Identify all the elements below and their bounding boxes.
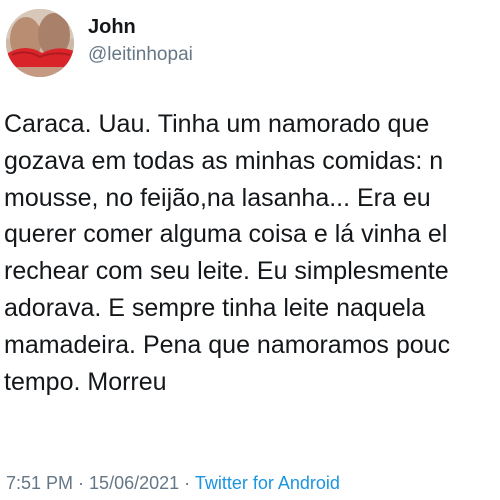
tweet-text: Caraca. Uau. Tinha um namorado que gozav…	[4, 106, 500, 400]
meta-separator: ·	[179, 473, 195, 493]
tweet-text-line: mamadeira. Pena que namoramos pouc	[4, 330, 451, 359]
tweet-time[interactable]: 7:51 PM	[6, 473, 73, 493]
tweet-text-line: adorava. E sempre tinha leite naquela	[4, 293, 426, 322]
tweet-text-line: Caraca. Uau. Tinha um namorado que	[4, 110, 430, 138]
meta-separator: ·	[73, 473, 90, 493]
tweet-source-link[interactable]: Twitter for Android	[195, 473, 340, 493]
tweet-text-line: querer comer alguma coisa e lá vinha el	[4, 220, 448, 249]
tweet-meta: 7:51 PM · 15/06/2021 · Twitter for Andro…	[6, 473, 340, 494]
tweet-text-line: tempo. Morreu	[4, 367, 167, 396]
author-handle[interactable]: @leitinhopai	[88, 44, 193, 66]
author-name[interactable]: John	[88, 16, 136, 39]
tweet-card: John @leitinhopai Caraca. Uau. Tinha um …	[0, 0, 500, 500]
avatar[interactable]	[6, 9, 74, 77]
tweet-text-line: rechear com seu leite. Eu simplesmente	[4, 257, 449, 286]
tweet-text-line: mousse, no feijão,na lasanha... Era eu	[4, 183, 431, 212]
profile-photo-icon	[6, 9, 74, 77]
tweet-text-line: gozava em todas as minhas comidas: n	[4, 146, 444, 175]
tweet-date[interactable]: 15/06/2021	[89, 473, 179, 493]
